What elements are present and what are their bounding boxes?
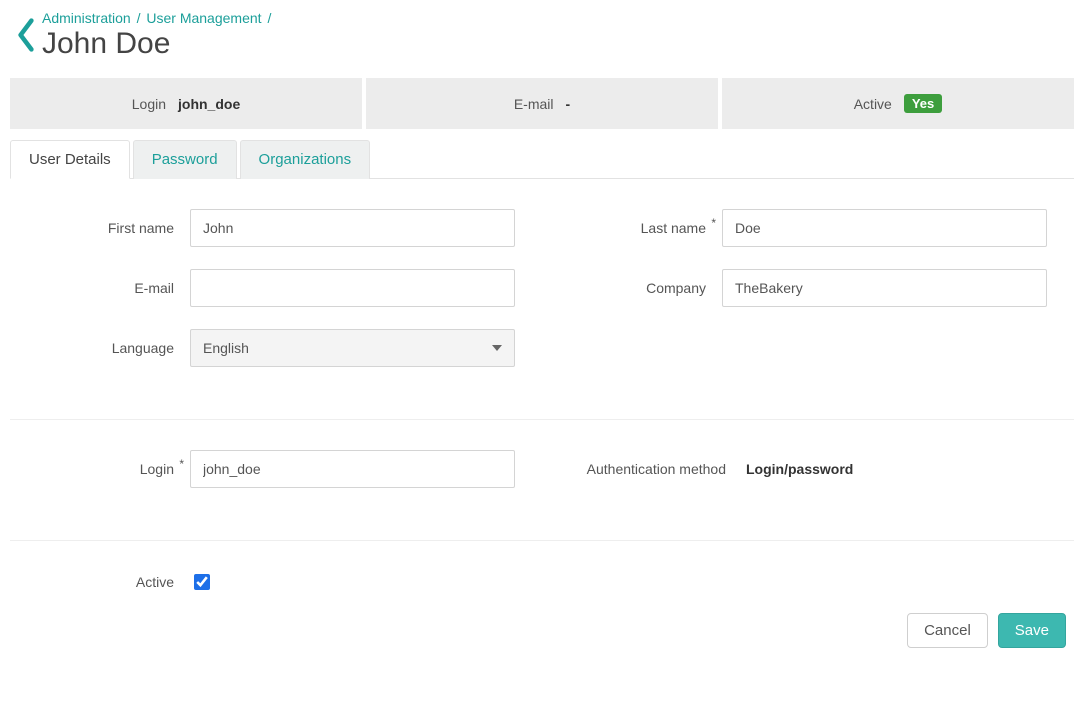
language-label: Language [10, 340, 190, 356]
breadcrumb-separator: / [137, 10, 141, 26]
action-row: Cancel Save [10, 613, 1074, 648]
summary-active-label: Active [854, 96, 892, 112]
active-checkbox[interactable] [194, 574, 210, 590]
active-label: Active [10, 574, 190, 590]
section-divider [10, 540, 1074, 541]
company-input[interactable] [722, 269, 1047, 307]
chevron-left-icon [15, 17, 37, 53]
email-input[interactable] [190, 269, 515, 307]
breadcrumb: Administration / User Management / [42, 10, 273, 26]
active-badge: Yes [904, 94, 942, 113]
summary-email: E-mail - [366, 78, 718, 129]
summary-active: Active Yes [722, 78, 1074, 129]
summary-login: Login john_doe [10, 78, 362, 129]
language-select-value: English [203, 340, 249, 356]
email-label: E-mail [10, 280, 190, 296]
section-divider [10, 419, 1074, 420]
page-title: John Doe [42, 26, 273, 62]
form-active-section: Active [10, 571, 1074, 593]
login-input[interactable] [190, 450, 515, 488]
company-label: Company [542, 280, 722, 296]
caret-down-icon [492, 345, 502, 351]
header-text: Administration / User Management / John … [42, 8, 273, 62]
breadcrumb-user-management[interactable]: User Management [146, 10, 261, 26]
summary-row: Login john_doe E-mail - Active Yes [10, 78, 1074, 129]
save-button[interactable]: Save [998, 613, 1066, 648]
form-personal-section: First name Last name E-mail Company Lang… [10, 179, 1074, 409]
last-name-label: Last name [542, 220, 722, 236]
summary-login-value: john_doe [178, 96, 240, 112]
breadcrumb-separator: / [267, 10, 271, 26]
tab-password[interactable]: Password [133, 140, 237, 179]
tab-organizations[interactable]: Organizations [240, 140, 371, 179]
first-name-input[interactable] [190, 209, 515, 247]
tabs: User Details Password Organizations [10, 139, 1074, 179]
auth-method-label: Authentication method [542, 461, 742, 477]
login-label: Login [10, 461, 190, 477]
back-button[interactable] [10, 11, 42, 59]
cancel-button[interactable]: Cancel [907, 613, 988, 648]
tab-user-details[interactable]: User Details [10, 140, 130, 179]
auth-method-value: Login/password [742, 461, 853, 477]
language-select[interactable]: English [190, 329, 515, 367]
breadcrumb-administration[interactable]: Administration [42, 10, 131, 26]
summary-email-value: - [566, 96, 571, 112]
last-name-input[interactable] [722, 209, 1047, 247]
page-header: Administration / User Management / John … [10, 0, 1074, 74]
summary-login-label: Login [132, 96, 166, 112]
summary-email-label: E-mail [514, 96, 554, 112]
first-name-label: First name [10, 220, 190, 236]
form-auth-section: Login Authentication method Login/passwo… [10, 450, 1074, 530]
